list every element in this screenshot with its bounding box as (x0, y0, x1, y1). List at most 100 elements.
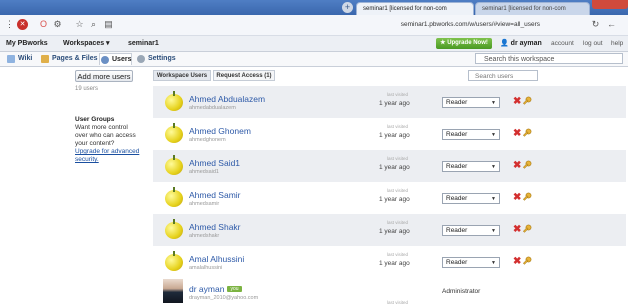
avatar (163, 187, 185, 209)
help-link[interactable]: help (611, 36, 623, 51)
search-icon[interactable]: ⌕ (88, 19, 99, 30)
apple-icon (165, 254, 183, 271)
role-select[interactable]: Reader ▼ (442, 97, 500, 108)
user-menu[interactable]: 👤 dr ayman (500, 36, 542, 51)
account-link[interactable]: account (551, 36, 574, 51)
user-name[interactable]: Ahmed Shakr (189, 222, 241, 232)
last-visited-label: last visited (387, 220, 409, 225)
apple-icon (165, 94, 183, 111)
delete-icon[interactable]: ✖ (513, 192, 521, 203)
tab-workspace-users[interactable]: Workspace Users (153, 70, 211, 81)
user-name[interactable]: Ahmed Abdualazem (189, 94, 265, 104)
tab-access-requests[interactable]: Request Access (1) (213, 70, 275, 81)
search-workspace-input[interactable]: Search this workspace (475, 53, 623, 64)
user-groups-title: User Groups (75, 116, 115, 123)
back-icon[interactable]: ← (606, 19, 617, 30)
upgrade-button[interactable]: ★ Upgrade Now! (436, 38, 492, 49)
role-value: Reader (446, 259, 468, 266)
role-value: Reader (446, 195, 468, 202)
settings-icon (137, 55, 145, 63)
tab-settings[interactable]: Settings (136, 53, 178, 65)
add-users-button[interactable]: Add more users (75, 70, 133, 82)
chevron-down-icon: ▼ (491, 132, 496, 138)
last-visited-value: 1 year ago (379, 132, 410, 139)
user-handle: ahmedsamir (189, 201, 220, 207)
last-visited-label: last visited (387, 124, 409, 129)
tab-label: seminar1 [licensed for non-com (363, 6, 447, 12)
role-value: Reader (446, 163, 468, 170)
apple-stem (173, 91, 175, 96)
user-name[interactable]: Ahmed Ghonem (189, 126, 251, 136)
delete-icon[interactable]: ✖ (513, 128, 521, 139)
role-select[interactable]: Reader ▼ (442, 225, 500, 236)
avatar (163, 251, 185, 273)
new-tab-button[interactable]: + (342, 2, 353, 13)
workspaces-menu[interactable]: Workspaces ▾ (63, 36, 110, 51)
user-handle: ahmedghonem (189, 137, 226, 143)
role-value: Reader (446, 227, 468, 234)
tab-wiki[interactable]: Wiki (6, 53, 36, 65)
role-label: Administrator (442, 288, 481, 295)
reload-icon[interactable]: ↻ (590, 19, 601, 30)
apple-icon (165, 126, 183, 143)
table-row: Ahmed Shakr ahmedshakr last visited 1 year … (153, 214, 626, 246)
user-name[interactable]: Ahmed Samir (189, 190, 241, 200)
search-users-input[interactable]: Search users (468, 70, 538, 81)
browser-tab[interactable]: seminar1 [licensed for non-com (475, 2, 590, 15)
key-icon[interactable] (522, 256, 532, 267)
key-icon[interactable] (522, 96, 532, 107)
user-name[interactable]: Ahmed Said1 (189, 158, 240, 168)
page-icon[interactable]: ▤ (103, 19, 114, 30)
last-visited-value: 1 year ago (379, 196, 410, 203)
role-select[interactable]: Reader ▼ (442, 257, 500, 268)
tab-pages-files[interactable]: Pages & Files (40, 53, 98, 65)
logout-link[interactable]: log out (583, 36, 603, 51)
table-row-admin: dr ayman you drayman_2010@yahoo.com last … (153, 276, 626, 308)
gear-icon[interactable]: ⚙ (52, 19, 63, 30)
last-visited-label: last visited (387, 188, 409, 193)
key-icon[interactable] (522, 128, 532, 139)
avatar (163, 155, 185, 177)
opera-icon[interactable]: O (38, 19, 49, 30)
last-visited-value: 1 year ago (379, 164, 410, 171)
user-name[interactable]: dr ayman you (189, 284, 242, 294)
tab-label: Settings (148, 55, 176, 62)
avatar (163, 279, 183, 303)
apple-stem (173, 219, 175, 224)
user-count: 19 users (75, 86, 99, 92)
role-select[interactable]: Reader ▼ (442, 193, 500, 204)
delete-icon[interactable]: ✖ (513, 160, 521, 171)
chevron-down-icon: ▼ (491, 228, 496, 234)
last-visited-label: last visited (387, 300, 409, 305)
star-icon[interactable]: ☆ (74, 19, 85, 30)
user-handle: ahmedshakr (189, 233, 220, 239)
role-select[interactable]: Reader ▼ (442, 129, 500, 140)
stop-icon[interactable]: ✕ (17, 19, 28, 30)
upgrade-security-link[interactable]: Upgrade for advanced security. (75, 148, 139, 163)
table-row: Ahmed Abdualazem ahmedabdualazem last visi… (153, 86, 626, 118)
table-row: Ahmed Said1 ahmedsaid1 last visited 1 year … (153, 150, 626, 182)
table-row: Amal Alhussini amalalhussini last visited 1… (153, 246, 626, 278)
key-icon[interactable] (522, 224, 532, 235)
window-controls[interactable] (592, 0, 628, 9)
apple-icon (165, 158, 183, 175)
my-pbworks-link[interactable]: My PBworks (6, 36, 48, 51)
user-email: drayman_2010@yahoo.com (189, 295, 259, 301)
browser-tab-active[interactable]: seminar1 [licensed for non-com (356, 2, 474, 15)
delete-icon[interactable]: ✖ (513, 256, 521, 267)
delete-icon[interactable]: ✖ (513, 96, 521, 107)
last-visited-value: 1 year ago (379, 228, 410, 235)
wiki-icon (7, 55, 15, 63)
user-name[interactable]: Amal Alhussini (189, 254, 244, 264)
role-select[interactable]: Reader ▼ (442, 161, 500, 172)
apple-icon (165, 222, 183, 239)
key-icon[interactable] (522, 160, 532, 171)
tab-users[interactable]: Users (99, 53, 132, 65)
apple-stem (173, 251, 175, 256)
menu-icon[interactable]: ⋮ (4, 19, 15, 30)
table-row: Ahmed Ghonem ahmedghonem last visited 1 yea… (153, 118, 626, 150)
address-bar[interactable]: seminar1.pbworks.com/w/users/#view=all_u… (360, 19, 540, 31)
key-icon[interactable] (522, 192, 532, 203)
delete-icon[interactable]: ✖ (513, 224, 521, 235)
user-handle: amalalhussini (189, 265, 223, 271)
